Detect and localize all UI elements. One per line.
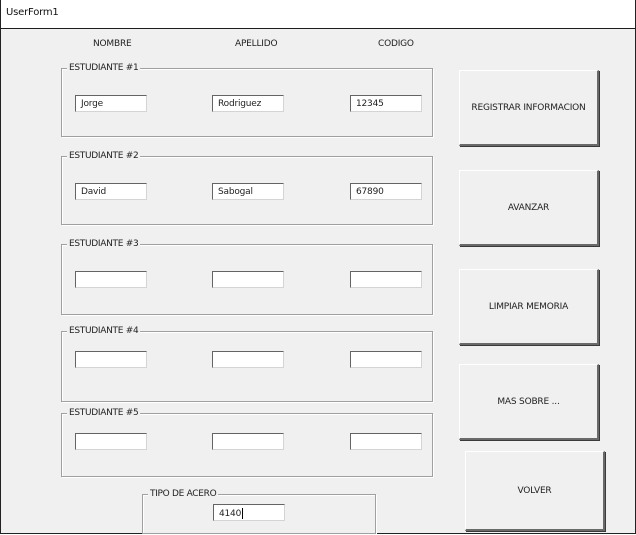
nombre-input-3[interactable] [75,271,147,288]
nombre-input-2[interactable]: David [75,183,147,200]
registrar-informacion-button[interactable]: REGISTRAR INFORMACION [459,70,599,146]
student-group-label: ESTUDIANTE #5 [67,407,141,419]
tipo-acero-group: TIPO DE ACERO 4140 [142,488,376,534]
column-header-apellido: APELLIDO [235,39,278,49]
student-group-label: ESTUDIANTE #1 [67,62,141,74]
codigo-input-2[interactable]: 67890 [350,183,422,200]
codigo-input-5[interactable] [350,433,422,450]
apellido-input-2[interactable]: Sabogal [212,183,284,200]
codigo-input-1[interactable]: 12345 [350,95,422,112]
apellido-input-3[interactable] [212,271,284,288]
window-title: UserForm1 [6,7,59,18]
nombre-input-4[interactable] [75,351,147,368]
column-header-nombre: NOMBRE [93,39,132,49]
avanzar-button[interactable]: AVANZAR [459,170,599,246]
userform-window: UserForm1 NOMBRE APELLIDO CODIGO ESTUDIA… [0,0,636,534]
tipo-acero-input[interactable]: 4140 [213,504,285,521]
title-bar: UserForm1 [1,0,635,29]
student-group-3: ESTUDIANTE #3 [61,238,433,315]
text-cursor [242,508,244,519]
nombre-input-1[interactable]: Jorge [75,95,147,112]
tipo-acero-value: 4140 [219,509,242,519]
student-group-5: ESTUDIANTE #5 [61,407,433,477]
student-group-label: ESTUDIANTE #2 [67,150,141,162]
student-group-label: ESTUDIANTE #3 [67,238,141,250]
apellido-input-4[interactable] [212,351,284,368]
tipo-acero-label: TIPO DE ACERO [148,488,219,500]
nombre-input-5[interactable] [75,433,147,450]
apellido-input-5[interactable] [212,433,284,450]
student-group-4: ESTUDIANTE #4 [61,325,433,402]
volver-button[interactable]: VOLVER [465,451,605,531]
column-header-codigo: CODIGO [378,39,414,49]
student-group-label: ESTUDIANTE #4 [67,325,141,337]
codigo-input-4[interactable] [350,351,422,368]
apellido-input-1[interactable]: Rodriguez [212,95,284,112]
codigo-input-3[interactable] [350,271,422,288]
mas-sobre-button[interactable]: MAS SOBRE ... [459,364,599,440]
student-group-1: ESTUDIANTE #1 Jorge Rodriguez 12345 [61,62,433,137]
limpiar-memoria-button[interactable]: LIMPIAR MEMORIA [459,269,599,345]
student-group-2: ESTUDIANTE #2 David Sabogal 67890 [61,150,433,225]
